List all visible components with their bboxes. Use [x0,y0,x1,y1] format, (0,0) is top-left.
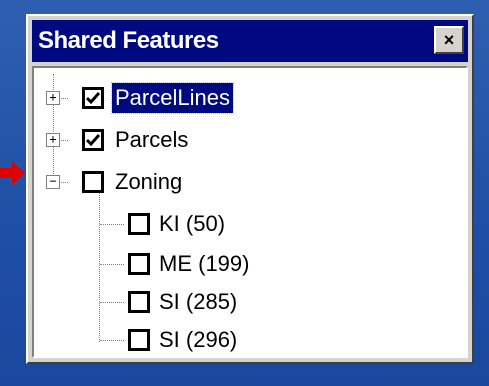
si-296-checkbox[interactable] [128,329,150,351]
me-199-checkbox[interactable] [128,253,150,275]
tree-item-label[interactable]: SI (296) [156,325,240,355]
tree-item-label[interactable]: SI (285) [156,287,240,317]
window-title: Shared Features [38,27,219,54]
title-bar[interactable]: Shared Features × [32,20,468,62]
tree-item-label[interactable]: ME (199) [156,249,252,279]
tree-item-label[interactable]: Zoning [112,167,185,197]
red-arrow-icon [0,161,25,185]
collapse-icon[interactable]: − [46,175,60,189]
tree-item-si-285[interactable]: SI (285) [34,284,464,320]
tree-item-parcels[interactable]: + Parcels [34,122,464,158]
layer-tree[interactable]: + ParcelLines + Parcels − Zoning KI (50)… [32,66,468,358]
close-button[interactable]: × [434,26,464,54]
expand-icon[interactable]: + [46,133,60,147]
parcellines-checkbox[interactable] [82,87,104,109]
si-285-checkbox[interactable] [128,291,150,313]
expand-icon[interactable]: + [46,91,60,105]
tree-item-label[interactable]: KI (50) [156,209,228,239]
checkmark-icon [86,92,100,105]
checkmark-icon [86,134,100,147]
tree-item-si-296[interactable]: SI (296) [34,322,464,358]
tree-item-parcellines[interactable]: + ParcelLines [34,80,464,116]
tree-item-zoning[interactable]: − Zoning [34,164,464,200]
close-icon: × [443,30,455,50]
tree-item-label[interactable]: ParcelLines [111,82,234,114]
shared-features-window: Shared Features × + ParcelLines + Parcel… [26,14,474,364]
parcels-checkbox[interactable] [82,129,104,151]
tree-item-label[interactable]: Parcels [112,125,191,155]
zoning-checkbox[interactable] [82,171,104,193]
ki-50-checkbox[interactable] [128,213,150,235]
tree-item-ki-50[interactable]: KI (50) [34,206,464,242]
tree-item-me-199[interactable]: ME (199) [34,246,464,282]
